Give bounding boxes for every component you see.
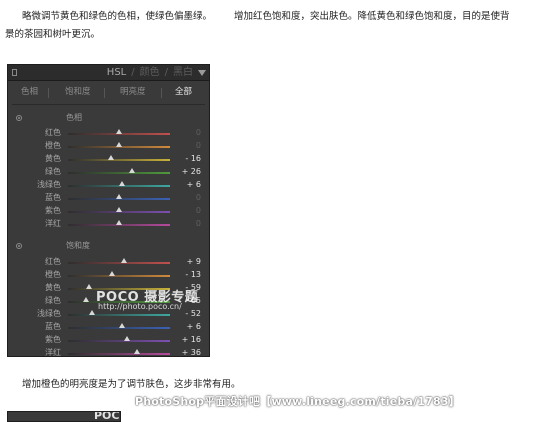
targeted-adjustment-icon[interactable]: [16, 115, 22, 121]
subtab-divider: [161, 88, 162, 98]
slider-label: 黄色: [45, 154, 61, 163]
slider-thumb[interactable]: [82, 297, 89, 302]
slider-thumb[interactable]: [116, 220, 122, 225]
slider-label: 洋红: [45, 219, 61, 228]
slider-row: 橙色 0: [8, 140, 209, 153]
slider-label: 橙色: [45, 141, 61, 150]
section-title: 色相: [66, 113, 82, 122]
slider-value: 0: [195, 206, 201, 215]
slider-value: 0: [195, 128, 201, 137]
slider-value: + 16: [181, 335, 201, 344]
subtab-hue[interactable]: 色相: [21, 87, 38, 98]
slider-value: + 36: [181, 348, 201, 357]
slider-row: 红色 0: [8, 127, 209, 140]
slider-label: 浅绿色: [37, 180, 61, 189]
slider-row: 黄色 - 16: [8, 153, 209, 166]
slider-thumb[interactable]: [119, 323, 126, 328]
slider-label: 绿色: [45, 296, 61, 305]
paragraph-1-line-1: 略微调节黄色和绿色的色相，使绿色偏墨绿。 增加红色饱和度，突出肤色。降低黄色和绿色…: [22, 9, 510, 24]
slider-value: + 6: [186, 180, 201, 189]
panel-header: HSL / 颜色 / 黑白: [8, 65, 209, 81]
slider-label: 红色: [45, 128, 61, 137]
slider-row: 紫色 + 16: [8, 334, 209, 347]
targeted-adjustment-icon[interactable]: [16, 243, 22, 249]
slider-value: - 16: [185, 154, 201, 163]
subtab-bar: 色相 饱和度 明亮度 全部: [8, 85, 209, 101]
collapse-triangle-icon[interactable]: [198, 70, 206, 76]
tab-separator: /: [131, 67, 135, 78]
paragraph-1-line-2: 景的茶园和树叶更沉。: [5, 29, 101, 40]
slider-thumb[interactable]: [119, 181, 126, 186]
slider-label: 洋红: [45, 348, 61, 357]
subtab-saturation[interactable]: 饱和度: [65, 87, 91, 98]
slider-track[interactable]: [68, 314, 170, 316]
slider-value: - 13: [185, 270, 201, 279]
slider-thumb[interactable]: [116, 142, 122, 147]
slider-track[interactable]: [68, 262, 170, 264]
slider-label: 浅绿色: [37, 309, 61, 318]
slider-label: 橙色: [45, 270, 61, 279]
slider-row: 浅绿色 + 6: [8, 179, 209, 192]
slider-row: 紫色 0: [8, 205, 209, 218]
subtab-divider: [104, 88, 105, 98]
slider-row: 绿色 + 26: [8, 166, 209, 179]
slider-value: 0: [195, 193, 201, 202]
slider-value: + 9: [186, 257, 201, 266]
slider-thumb[interactable]: [107, 155, 114, 160]
slider-thumb[interactable]: [129, 168, 136, 173]
slider-row: 橙色 - 13: [8, 269, 209, 282]
slider-track[interactable]: [68, 340, 170, 342]
panel-header-tabs: HSL / 颜色 / 黑白: [107, 66, 193, 80]
panel-grip-icon[interactable]: [12, 69, 17, 76]
slider-label: 紫色: [45, 335, 61, 344]
next-panel-preview: POCO 摄影专题: [7, 411, 121, 422]
slider-thumb[interactable]: [124, 336, 131, 341]
tab-color[interactable]: 颜色: [140, 67, 160, 78]
paragraph-2: 增加橙色的明亮度是为了调节肤色，这步非常有用。: [22, 379, 241, 390]
slider-track[interactable]: [68, 159, 170, 161]
slider-thumb[interactable]: [134, 349, 141, 354]
slider-value: + 6: [186, 322, 201, 331]
footer-watermark: PhotoShop平面设计吧【www.lineeg.com/tieba/1783…: [135, 395, 460, 408]
tab-separator: /: [164, 67, 168, 78]
slider-label: 黄色: [45, 283, 61, 292]
slider-track[interactable]: [68, 353, 170, 355]
slider-thumb[interactable]: [116, 207, 122, 212]
poco-watermark-logo-2: POCO 摄影专题: [94, 411, 120, 422]
subtab-underline: [12, 104, 205, 105]
paragraph-1-left: 略微调节黄色和绿色的色相，使绿色偏墨绿。: [22, 11, 213, 22]
slider-thumb[interactable]: [116, 129, 122, 134]
slider-label: 绿色: [45, 167, 61, 176]
slider-row: 洋红 + 36: [8, 347, 209, 357]
section-title: 饱和度: [66, 241, 90, 250]
poco-watermark-url: http://photo.poco.cn/: [98, 302, 182, 311]
slider-value: - 52: [185, 309, 201, 318]
slider-row: 蓝色 0: [8, 192, 209, 205]
slider-row: 红色 + 9: [8, 256, 209, 269]
subtab-divider: [48, 88, 49, 98]
slider-value: 0: [195, 219, 201, 228]
slider-value: + 26: [181, 167, 201, 176]
slider-row: 洋红 0: [8, 218, 209, 231]
slider-track[interactable]: [68, 172, 170, 174]
subtab-all[interactable]: 全部: [175, 87, 192, 98]
subtab-luminance[interactable]: 明亮度: [120, 87, 146, 98]
tab-bw[interactable]: 黑白: [173, 67, 193, 78]
hsl-panel: HSL / 颜色 / 黑白 色相 饱和度 明亮度 全部 色相 红色 0 橙色 0 黄色 - 16 绿色…: [7, 64, 210, 357]
slider-thumb[interactable]: [85, 284, 92, 289]
slider-thumb[interactable]: [89, 310, 96, 315]
slider-label: 蓝色: [45, 322, 61, 331]
slider-thumb[interactable]: [116, 194, 122, 199]
slider-row: 蓝色 + 6: [8, 321, 209, 334]
slider-label: 蓝色: [45, 193, 61, 202]
slider-track[interactable]: [68, 275, 170, 277]
paragraph-1-right: 增加红色饱和度，突出肤色。降低黄色和绿色饱和度，目的是使背: [234, 11, 510, 22]
slider-label: 紫色: [45, 206, 61, 215]
slider-thumb[interactable]: [109, 271, 116, 276]
slider-label: 红色: [45, 257, 61, 266]
slider-value: 0: [195, 141, 201, 150]
slider-thumb[interactable]: [120, 258, 127, 263]
tab-hsl[interactable]: HSL: [107, 67, 126, 78]
